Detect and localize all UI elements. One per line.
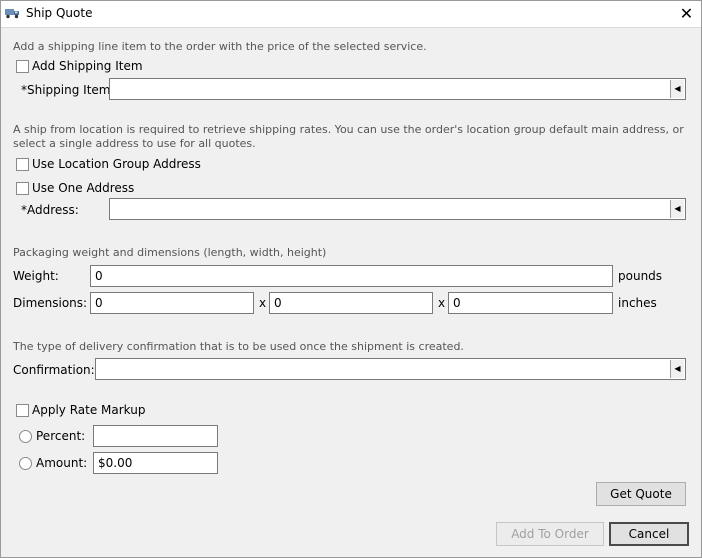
use-location-group-address-label: Use Location Group Address	[32, 157, 201, 171]
title-bar: Ship Quote ✕	[0, 0, 702, 27]
address-label: *Address:	[21, 203, 79, 217]
caret-left-icon[interactable]: ◀	[670, 360, 684, 378]
confirmation-label: Confirmation:	[13, 363, 95, 377]
amount-input[interactable]	[93, 452, 218, 474]
use-one-address-checkbox[interactable]	[16, 182, 29, 195]
height-input[interactable]	[448, 292, 613, 314]
length-input[interactable]	[90, 292, 254, 314]
weight-input[interactable]	[90, 265, 613, 287]
width-input[interactable]	[269, 292, 433, 314]
weight-label: Weight:	[13, 269, 59, 283]
shipping-item-combo[interactable]: ◀	[109, 78, 686, 100]
window-title: Ship Quote	[26, 6, 93, 20]
percent-radio[interactable]	[19, 430, 32, 443]
cancel-button[interactable]: Cancel	[609, 522, 689, 546]
add-shipping-item-checkbox[interactable]	[16, 60, 29, 73]
truck-icon	[5, 9, 19, 19]
packaging-description: Packaging weight and dimensions (length,…	[13, 246, 327, 259]
dialog-body: Add a shipping line item to the order wi…	[1, 27, 701, 557]
close-icon[interactable]: ✕	[671, 0, 702, 27]
dimensions-unit-label: inches	[618, 296, 657, 310]
add-to-order-button[interactable]: Add To Order	[496, 522, 604, 546]
dimensions-label: Dimensions:	[13, 296, 88, 310]
percent-label: Percent:	[36, 429, 86, 443]
apply-rate-markup-checkbox[interactable]	[16, 404, 29, 417]
confirmation-combo[interactable]: ◀	[95, 358, 686, 380]
get-quote-button[interactable]: Get Quote	[596, 482, 686, 506]
amount-label: Amount:	[36, 456, 88, 470]
ship-from-description: A ship from location is required to retr…	[13, 123, 684, 150]
shipping-item-description: Add a shipping line item to the order wi…	[13, 40, 427, 53]
amount-radio[interactable]	[19, 457, 32, 470]
caret-left-icon[interactable]: ◀	[670, 80, 684, 98]
use-location-group-address-checkbox[interactable]	[16, 158, 29, 171]
add-shipping-item-label: Add Shipping Item	[32, 59, 143, 73]
caret-left-icon[interactable]: ◀	[670, 200, 684, 218]
shipping-item-label: *Shipping Item:	[21, 83, 115, 97]
address-combo[interactable]: ◀	[109, 198, 686, 220]
percent-input[interactable]	[93, 425, 218, 447]
dimension-separator: x	[438, 296, 446, 310]
dimension-separator: x	[259, 296, 267, 310]
confirmation-description: The type of delivery confirmation that i…	[13, 340, 464, 353]
apply-rate-markup-label: Apply Rate Markup	[32, 403, 146, 417]
use-one-address-label: Use One Address	[32, 181, 135, 195]
weight-unit-label: pounds	[618, 269, 663, 283]
